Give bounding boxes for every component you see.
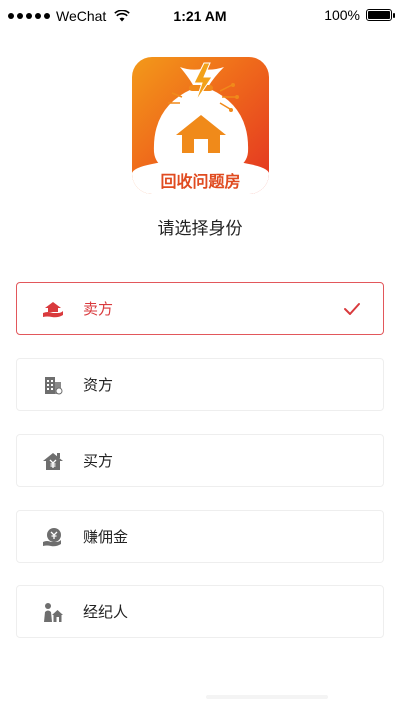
option-label: 买方 — [83, 452, 114, 470]
battery-percent: 100% — [324, 7, 360, 23]
check-icon — [344, 303, 360, 315]
option-commission[interactable]: 赚佣金 — [16, 510, 384, 563]
building-icon — [42, 374, 64, 396]
home-indicator — [206, 695, 328, 699]
app-logo: 回收问题房 — [132, 57, 269, 194]
option-label: 经纪人 — [83, 603, 129, 621]
house-in-hand-icon — [42, 298, 64, 320]
option-label: 卖方 — [83, 300, 114, 318]
agent-house-icon — [42, 601, 64, 623]
status-bar: WeChat 1:21 AM 100% — [0, 0, 400, 30]
option-agent[interactable]: 经纪人 — [16, 585, 384, 638]
option-label: 赚佣金 — [83, 528, 129, 546]
option-seller[interactable]: 卖方 — [16, 282, 384, 335]
battery-icon — [366, 9, 395, 21]
house-yuan-icon — [42, 450, 64, 472]
option-investor[interactable]: 资方 — [16, 358, 384, 411]
coin-hand-icon — [42, 526, 64, 548]
option-buyer[interactable]: 买方 — [16, 434, 384, 487]
status-right: 100% — [324, 7, 395, 23]
logo-caption: 回收问题房 — [132, 160, 269, 194]
page-title: 请选择身份 — [157, 219, 243, 239]
option-label: 资方 — [83, 376, 114, 394]
